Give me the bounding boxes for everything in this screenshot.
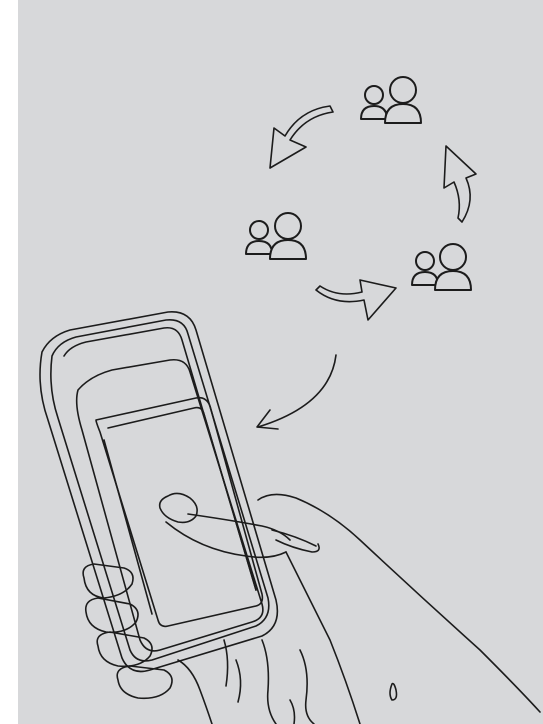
illustration-panel: [18, 0, 543, 724]
illustration-frame: [0, 0, 543, 724]
panel-background: [18, 0, 543, 724]
smartphone-sharing-illustration: [18, 0, 543, 724]
